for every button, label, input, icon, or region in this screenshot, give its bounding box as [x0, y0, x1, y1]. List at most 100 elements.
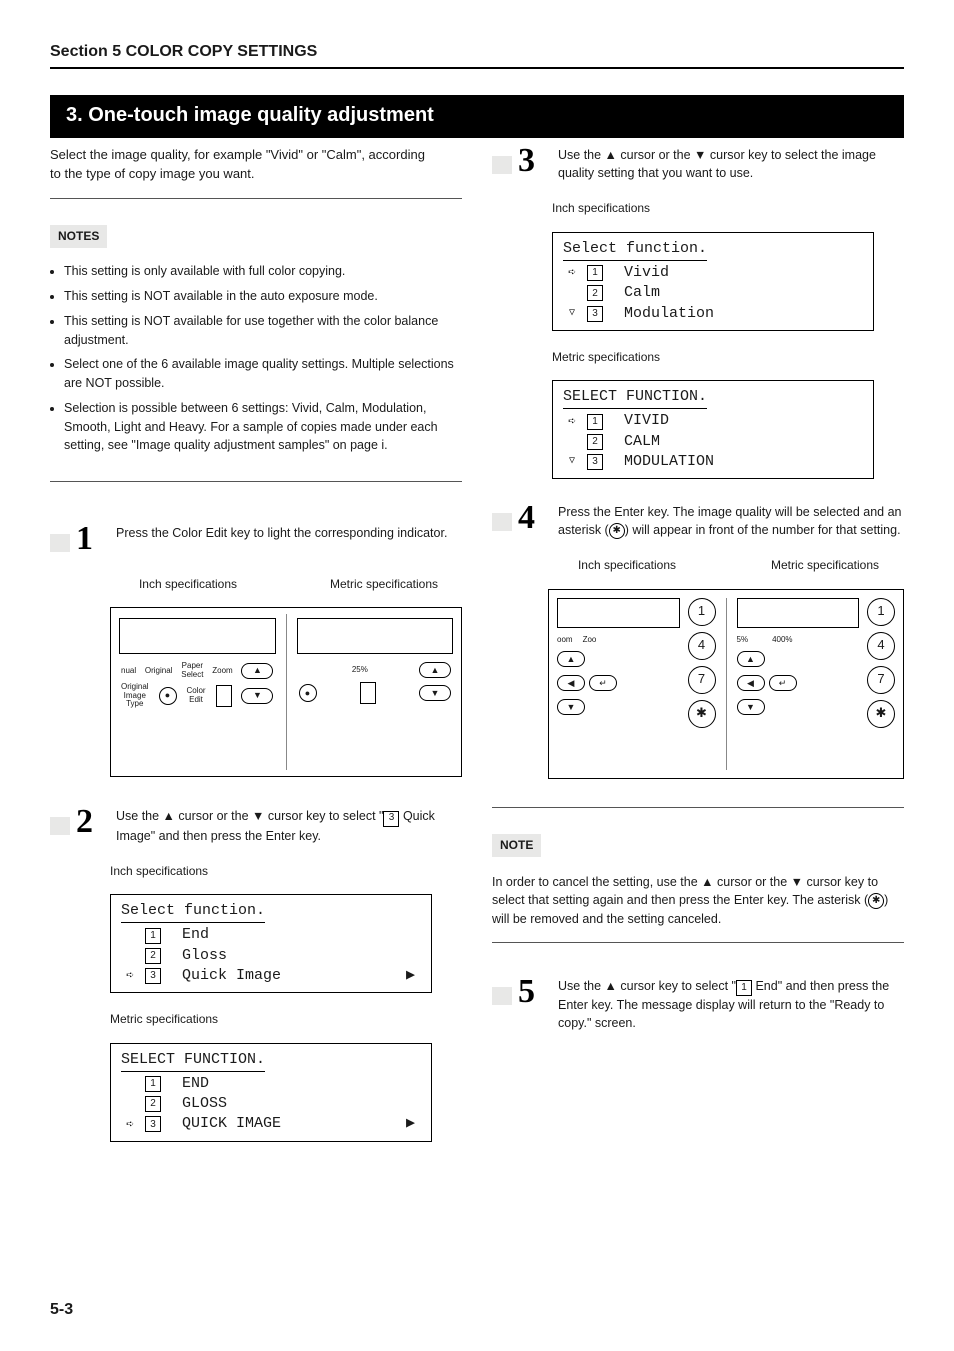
- numpad-key: 1: [867, 598, 895, 626]
- boxed-number-icon: 1: [587, 414, 603, 430]
- panel-label: Zoo: [583, 634, 597, 646]
- panel-label: oom: [557, 634, 573, 646]
- lcd-item: Quick Image: [182, 966, 281, 986]
- note-item: This setting is NOT available for use to…: [64, 312, 462, 350]
- keypad-figure: oom Zoo ▲ ◀ ↵ ▼ 1: [548, 589, 904, 779]
- lcd-item: MODULATION: [624, 452, 714, 472]
- lcd-screen-icon: [119, 618, 276, 654]
- note-item: Selection is possible between 6 settings…: [64, 399, 462, 455]
- boxed-number-icon: 2: [587, 434, 603, 450]
- intro-text: Select the image quality, for example "V…: [50, 146, 430, 184]
- panel-label: Paper Select: [181, 662, 203, 679]
- up-key-icon: ▲: [737, 651, 765, 667]
- lcd-screen-icon: [737, 598, 860, 628]
- step-number: 1: [76, 522, 93, 556]
- lcd-menu: SELECT FUNCTION. 1 END 2 GLOSS ➪3 QUICK …: [110, 1043, 432, 1142]
- panel-label: Zoom: [212, 667, 232, 675]
- step-text: Use the ▲ cursor or the ▼ cursor key to …: [116, 807, 462, 844]
- step-text: Press the Color Edit key to light the co…: [116, 524, 462, 542]
- numpad-key-star: ✱: [688, 700, 716, 728]
- lcd-title: Select function.: [121, 901, 265, 923]
- lcd-item: End: [182, 925, 209, 945]
- led-icon: ●: [299, 684, 317, 702]
- lcd-item: VIVID: [624, 411, 669, 431]
- led-icon: ●: [159, 687, 177, 705]
- step-number: 5: [518, 975, 535, 1009]
- note-heading: NOTE: [492, 834, 541, 857]
- step-number: 2: [76, 805, 93, 839]
- down-key-icon: ▼: [419, 685, 451, 701]
- rule: [50, 481, 462, 482]
- step-marker: [492, 156, 512, 174]
- boxed-number-1-icon: 1: [736, 980, 752, 996]
- enter-key-icon: ↵: [769, 675, 797, 691]
- cursor-arrow-icon: ➪: [563, 264, 581, 282]
- step-number: 4: [518, 501, 535, 535]
- text-fragment: Use the ▲ cursor key to select ": [558, 979, 736, 993]
- text-fragment: ) will appear in front of the number for…: [625, 523, 901, 537]
- numpad-key: 4: [688, 632, 716, 660]
- lcd-title: Select function.: [563, 239, 707, 261]
- numpad-key-star: ✱: [867, 700, 895, 728]
- lcd-item: Gloss: [182, 946, 227, 966]
- text-fragment: Use the ▲ cursor or the ▼ cursor key to …: [116, 809, 383, 823]
- down-key-icon: ▼: [737, 699, 765, 715]
- boxed-number-icon: 1: [145, 1076, 161, 1092]
- panel-label: 25%: [352, 666, 368, 674]
- enter-key-icon: [360, 682, 376, 704]
- lcd-item: Vivid: [624, 263, 669, 283]
- cursor-arrow-icon: ➪: [121, 1116, 139, 1134]
- rule: [492, 807, 904, 808]
- lcd-screen-icon: [297, 618, 454, 654]
- panel-label: 400%: [772, 634, 792, 646]
- boxed-number-icon: 3: [145, 968, 161, 984]
- spec-label-metric: Metric specifications: [306, 576, 462, 593]
- numpad-key: 7: [867, 666, 895, 694]
- step-marker: [50, 817, 70, 835]
- left-key-icon: ◀: [737, 675, 765, 691]
- notes-list: This setting is only available with full…: [50, 262, 462, 461]
- panel-label: Original: [145, 667, 173, 675]
- left-key-icon: ◀: [557, 675, 585, 691]
- lcd-screen-icon: [557, 598, 680, 628]
- section-header: Section 5 COLOR COPY SETTINGS: [50, 40, 904, 69]
- lcd-item: QUICK IMAGE: [182, 1114, 281, 1134]
- text-fragment: In order to cancel the setting, use the …: [492, 875, 878, 907]
- boxed-number-3-icon: 3: [383, 811, 399, 827]
- numpad-key: 1: [688, 598, 716, 626]
- lcd-item: Calm: [624, 283, 660, 303]
- step-text: Use the ▲ cursor key to select "1 End" a…: [558, 977, 904, 1033]
- lcd-menu: Select function. 1 End 2 Gloss ➪3 Quick …: [110, 894, 432, 993]
- lcd-item: GLOSS: [182, 1094, 227, 1114]
- boxed-number-icon: 3: [587, 454, 603, 470]
- cursor-arrow-icon: ➪: [121, 967, 139, 985]
- asterisk-mark-icon: ✱: [609, 523, 625, 539]
- boxed-number-icon: 2: [145, 948, 161, 964]
- notes-heading: NOTES: [50, 225, 107, 248]
- spec-label-inch: Inch specifications: [552, 200, 904, 217]
- lcd-title: SELECT FUNCTION.: [121, 1050, 265, 1072]
- scroll-down-icon: ▽: [563, 455, 581, 469]
- numpad-key: 7: [688, 666, 716, 694]
- enter-key-icon: ↵: [589, 675, 617, 691]
- lcd-item: CALM: [624, 432, 660, 452]
- spec-label-metric: Metric specifications: [552, 349, 904, 366]
- note-item: This setting is only available with full…: [64, 262, 462, 281]
- submenu-arrow-icon: ▶: [406, 1114, 421, 1134]
- up-key-icon: ▲: [557, 651, 585, 667]
- note-item: This setting is NOT available in the aut…: [64, 287, 462, 306]
- step-marker: [492, 987, 512, 1005]
- note-body: In order to cancel the setting, use the …: [492, 873, 904, 927]
- submenu-arrow-icon: ▶: [406, 966, 421, 986]
- asterisk-mark-icon: ✱: [868, 893, 884, 909]
- lcd-menu: Select function. ➪1 Vivid 2 Calm ▽3 Modu…: [552, 232, 874, 331]
- page-title-bar: 3. One-touch image quality adjustment: [50, 95, 904, 138]
- boxed-number-icon: 2: [145, 1096, 161, 1112]
- spec-label-inch: Inch specifications: [110, 863, 462, 880]
- step-number: 3: [518, 144, 535, 178]
- step-marker: [50, 534, 70, 552]
- up-key-icon: ▲: [419, 662, 451, 678]
- rule: [492, 942, 904, 943]
- spec-label-inch: Inch specifications: [110, 576, 266, 593]
- enter-key-icon: [216, 685, 232, 707]
